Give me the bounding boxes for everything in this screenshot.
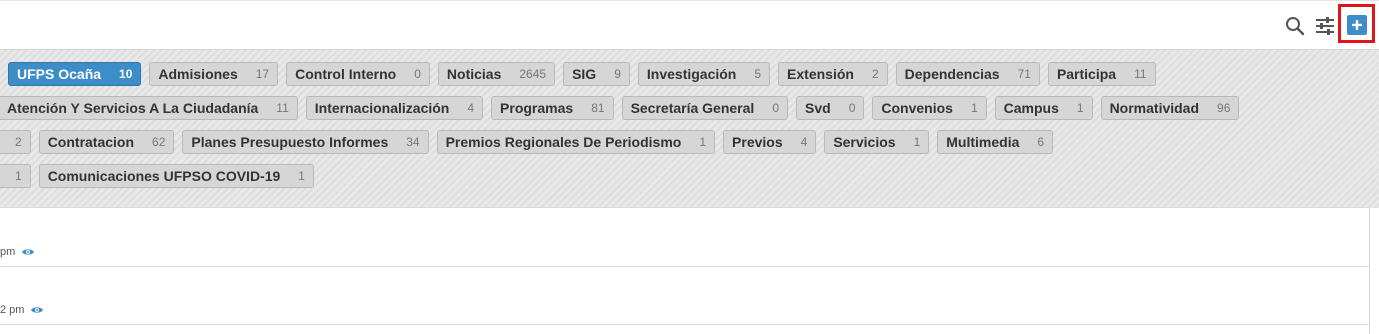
category-tag[interactable]: Control Interno 0 <box>286 62 430 86</box>
category-tag[interactable]: Convenios 1 <box>872 96 987 120</box>
eye-icon[interactable] <box>21 247 35 257</box>
tag-count: 1 <box>913 135 921 149</box>
tag-count: 1 <box>15 169 22 183</box>
tag-label: UFPS Ocaña <box>17 66 102 82</box>
tag-count: 81 <box>591 101 605 115</box>
category-tag[interactable]: UFPS Ocaña 10 <box>8 62 142 86</box>
tag-label: Noticias <box>446 66 502 82</box>
tag-label: Participa <box>1056 66 1117 82</box>
tag-count: 0 <box>772 101 779 115</box>
item-time: pm <box>0 246 16 258</box>
eye-icon[interactable] <box>30 305 44 315</box>
content-list: pm 2 pm <box>0 207 1370 334</box>
tag-label: Contratacion <box>47 134 135 150</box>
search-icon[interactable] <box>1284 15 1306 37</box>
tag-count: 11 <box>1134 67 1147 81</box>
toolbar <box>0 0 1379 50</box>
category-tag[interactable]: Normatividad 96 <box>1100 96 1240 120</box>
category-tag[interactable]: Contratacion 62 <box>38 130 175 154</box>
list-item[interactable]: 2 pm <box>0 266 1369 325</box>
tag-label: Secretaría General <box>630 100 755 116</box>
tag-count: 5 <box>754 67 762 81</box>
category-tag[interactable]: Programas 81 <box>491 96 614 120</box>
item-meta: pm <box>0 246 35 258</box>
tag-row: 2 Contratacion 62 Planes Presupuesto Inform… <box>0 130 1054 154</box>
category-tag[interactable]: Dependencias 71 <box>895 62 1040 86</box>
tag-label: Extensión <box>787 66 854 82</box>
tag-label: Internacionalización <box>314 100 450 116</box>
category-tag[interactable]: Investigación 5 <box>637 62 771 86</box>
tag-count: 10 <box>119 67 133 81</box>
list-item[interactable]: pm <box>0 207 1369 267</box>
tag-label: Comunicaciones UFPSO COVID-19 <box>47 168 281 184</box>
category-tag[interactable]: Extensión 2 <box>778 62 888 86</box>
tag-count: 4 <box>800 135 808 149</box>
tag-label: Investigación <box>646 66 737 82</box>
tag-label: Convenios <box>881 100 953 116</box>
tag-count: 2 <box>15 135 22 149</box>
tag-row: UFPS Ocaña 10 Admisiones 17 Control Interno 0… <box>8 62 1156 86</box>
category-tag[interactable]: Internacionalización 4 <box>305 96 484 120</box>
tag-count: 0 <box>414 67 421 81</box>
category-tag[interactable]: Noticias 2645 <box>437 62 556 86</box>
tag-count: 1 <box>699 135 707 149</box>
tag-count: 11 <box>276 101 289 115</box>
tag-count: 71 <box>1017 67 1031 81</box>
category-tag[interactable]: Svd 0 <box>796 96 865 120</box>
tag-label: Campus <box>1003 100 1059 116</box>
tag-count: 17 <box>255 67 270 81</box>
category-tag-panel: UFPS Ocaña 10 Admisiones 17 Control Interno 0… <box>0 49 1379 208</box>
category-tag[interactable]: SIG 9 <box>563 62 630 86</box>
category-tag[interactable]: Planes Presupuesto Informes 34 <box>182 130 429 154</box>
plus-icon <box>1352 20 1362 30</box>
tag-label: Previos <box>732 134 783 150</box>
tag-label: Dependencias <box>904 66 1000 82</box>
tag-label: Svd <box>805 100 831 116</box>
category-tag[interactable]: Participa 11 <box>1047 62 1156 86</box>
category-tag[interactable]: Multimedia 6 <box>937 130 1054 154</box>
sliders-icon[interactable] <box>1314 15 1336 37</box>
tag-row: Atención Y Servicios A La Ciudadanía 11 In… <box>0 96 1240 120</box>
tag-count: 4 <box>467 101 475 115</box>
category-tag[interactable]: Secretaría General 0 <box>621 96 788 120</box>
category-tag[interactable]: Previos 4 <box>723 130 817 154</box>
category-tag[interactable]: Atención Y Servicios A La Ciudadanía 11 <box>0 96 298 120</box>
category-tag[interactable]: 1 <box>0 164 31 188</box>
tag-label: Programas <box>500 100 574 116</box>
category-tag[interactable]: Premios Regionales De Periodismo 1 <box>436 130 716 154</box>
tag-count: 96 <box>1217 101 1231 115</box>
add-button[interactable] <box>1347 15 1367 35</box>
tag-label: Planes Presupuesto Informes <box>191 134 389 150</box>
tag-row: 1 Comunicaciones UFPSO COVID-19 1 <box>0 164 314 188</box>
tag-count: 0 <box>848 101 856 115</box>
tag-count: 6 <box>1037 135 1045 149</box>
category-tag[interactable]: Comunicaciones UFPSO COVID-19 1 <box>38 164 314 188</box>
tag-count: 1 <box>970 101 978 115</box>
tag-count: 62 <box>152 135 166 149</box>
tag-label: Admisiones <box>158 66 238 82</box>
tag-count: 1 <box>298 169 305 183</box>
tag-label: Premios Regionales De Periodismo <box>445 134 682 150</box>
tag-count: 9 <box>614 67 621 81</box>
tag-label: SIG <box>572 66 597 82</box>
tag-count: 1 <box>1076 101 1084 115</box>
tag-label: Atención Y Servicios A La Ciudadanía <box>7 100 259 116</box>
tag-count: 2645 <box>519 67 547 81</box>
category-tag[interactable]: Campus 1 <box>994 96 1093 120</box>
item-time: 2 pm <box>0 304 25 316</box>
tag-label: Multimedia <box>946 134 1020 150</box>
category-tag[interactable]: Servicios 1 <box>824 130 930 154</box>
tag-label: Servicios <box>833 134 896 150</box>
category-tag[interactable]: Admisiones 17 <box>149 62 279 86</box>
tag-count: 34 <box>406 135 420 149</box>
tag-count: 2 <box>871 67 879 81</box>
category-tag[interactable]: 2 <box>0 130 31 154</box>
item-meta: 2 pm <box>0 304 44 316</box>
tag-label: Normatividad <box>1109 100 1200 116</box>
tag-label: Control Interno <box>295 66 397 82</box>
